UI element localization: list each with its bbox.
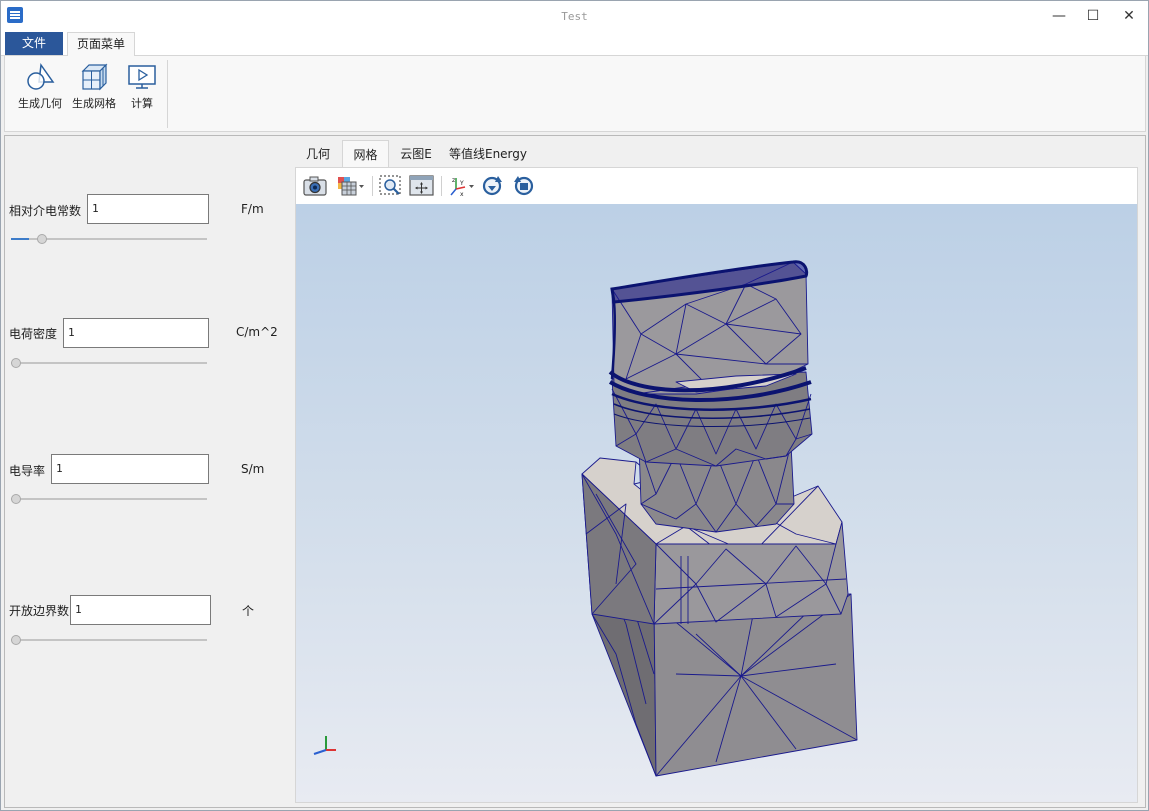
rotate-ccw-icon[interactable] [511, 174, 537, 198]
svg-text:z: z [452, 177, 455, 184]
ribbon-tab-bar: 文件 页面菜单 [1, 31, 1148, 56]
tab-isoline-energy[interactable]: 等值线Energy [443, 140, 533, 168]
svg-text:x: x [460, 191, 464, 198]
title-bar: Test — ☐ ✕ [1, 1, 1148, 31]
generate-geometry-button[interactable]: 生成几何 [13, 62, 67, 111]
charge-density-input[interactable]: 1 [63, 318, 209, 348]
display-mode-icon[interactable] [336, 174, 366, 198]
axes-orient-icon[interactable]: z Y x [447, 174, 477, 198]
toolbar-separator-2 [441, 176, 442, 196]
permittivity-slider[interactable] [11, 234, 207, 244]
open-boundary-unit: 个 [242, 604, 255, 618]
tab-file[interactable]: 文件 [5, 32, 63, 55]
conductivity-slider[interactable] [11, 494, 207, 504]
geometry-icon [25, 62, 55, 92]
permittivity-input[interactable]: 1 [87, 194, 209, 224]
fit-view-icon[interactable] [409, 174, 435, 198]
charge-density-unit: C/m^2 [236, 325, 278, 339]
mesh-model [313, 260, 858, 777]
axes-triad [313, 736, 336, 755]
tab-geometry[interactable]: 几何 [295, 140, 341, 168]
minimize-button[interactable]: — [1041, 1, 1077, 31]
maximize-button[interactable]: ☐ [1075, 1, 1111, 31]
charge-density-slider[interactable] [11, 358, 207, 368]
charge-density-slider-thumb[interactable] [11, 358, 21, 368]
open-boundary-label: 开放边界数 [9, 604, 70, 618]
open-boundary-slider[interactable] [11, 635, 207, 645]
conductivity-input[interactable]: 1 [51, 454, 209, 484]
compute-icon [127, 62, 157, 92]
svg-text:Y: Y [459, 180, 464, 187]
main-content: 相对介电常数 1 F/m 电荷密度 1 C/m^2 电导率 1 S/m 开放边界… [4, 135, 1146, 808]
window-title: Test [561, 10, 588, 23]
ribbon-separator [167, 60, 168, 128]
open-boundary-slider-thumb[interactable] [11, 635, 21, 645]
toolbar-separator [372, 176, 373, 196]
conductivity-label: 电导率 [9, 464, 46, 478]
ribbon-panel: 生成几何 生成网格 计算 [4, 56, 1146, 132]
camera-icon[interactable] [302, 174, 328, 198]
app-window: Test — ☐ ✕ 文件 页面菜单 生成几何 生成网格 计算 相对介电常数 1… [0, 0, 1149, 811]
tab-page-menu[interactable]: 页面菜单 [67, 32, 135, 56]
permittivity-label: 相对介电常数 [9, 204, 82, 218]
view-frame: z Y x [295, 167, 1138, 803]
permittivity-slider-fill [11, 238, 29, 240]
charge-density-label: 电荷密度 [9, 327, 58, 341]
mesh-icon [79, 62, 109, 92]
generate-geometry-label: 生成几何 [18, 97, 62, 110]
generate-mesh-button[interactable]: 生成网格 [69, 62, 119, 111]
mesh-viewport[interactable] [296, 204, 1137, 802]
tab-mesh[interactable]: 网格 [342, 140, 389, 168]
open-boundary-input[interactable]: 1 [70, 595, 211, 625]
conductivity-unit: S/m [241, 462, 265, 476]
permittivity-unit: F/m [241, 202, 264, 216]
tab-contour-e[interactable]: 云图E [391, 140, 441, 168]
permittivity-slider-thumb[interactable] [36, 234, 47, 244]
generate-mesh-label: 生成网格 [72, 97, 116, 110]
compute-button[interactable]: 计算 [123, 62, 161, 111]
view-toolbar: z Y x [296, 168, 1137, 204]
close-button[interactable]: ✕ [1111, 1, 1147, 31]
conductivity-slider-thumb[interactable] [11, 494, 21, 504]
compute-label: 计算 [131, 97, 153, 110]
rotate-cw-icon[interactable] [480, 174, 506, 198]
zoom-box-icon[interactable] [378, 174, 404, 198]
